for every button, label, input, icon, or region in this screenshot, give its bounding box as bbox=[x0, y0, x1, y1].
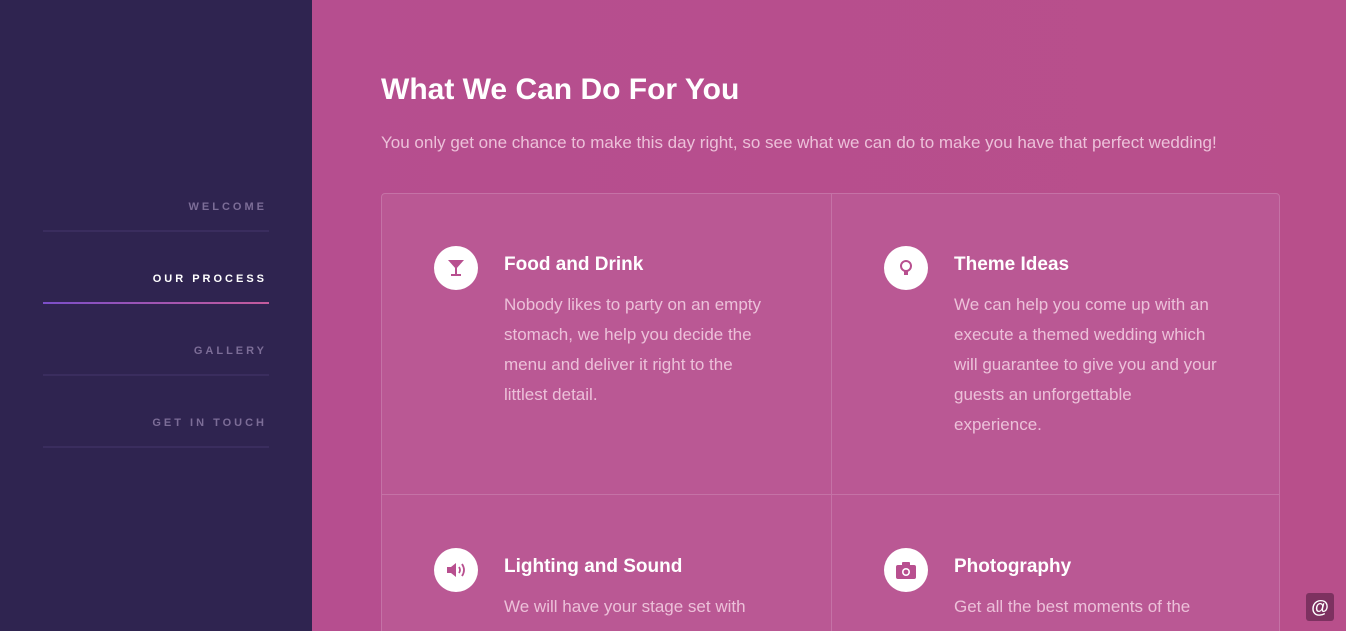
sidebar: WELCOME OUR PROCESS GALLERY GET IN TOUCH bbox=[0, 0, 312, 631]
contact-button[interactable]: @ bbox=[1306, 593, 1334, 621]
nav-item-welcome[interactable]: WELCOME bbox=[43, 160, 269, 232]
page-subtitle: You only get one chance to make this day… bbox=[381, 133, 1217, 152]
nav-item-our-process[interactable]: OUR PROCESS bbox=[43, 232, 269, 304]
service-description: We will have your stage set with bbox=[504, 597, 746, 616]
cocktail-icon bbox=[434, 246, 478, 290]
service-title: Lighting and Sound bbox=[504, 556, 683, 577]
service-description: Nobody likes to party on an empty stomac… bbox=[504, 295, 762, 404]
grid-divider-horizontal bbox=[382, 494, 1279, 495]
page-title: What We Can Do For You bbox=[381, 73, 740, 106]
speaker-icon bbox=[434, 548, 478, 592]
lightbulb-icon bbox=[884, 246, 928, 290]
services-grid: Food and Drink Nobody likes to party on … bbox=[381, 193, 1280, 631]
nav-item-gallery[interactable]: GALLERY bbox=[43, 304, 269, 376]
nav-item-get-in-touch[interactable]: GET IN TOUCH bbox=[43, 376, 269, 448]
service-title: Food and Drink bbox=[504, 254, 644, 275]
nav-item-label: WELCOME bbox=[188, 201, 267, 213]
service-description: We can help you come up with an execute … bbox=[954, 295, 1217, 434]
grid-divider-vertical bbox=[831, 194, 832, 631]
nav-item-label: GALLERY bbox=[193, 345, 267, 357]
camera-icon bbox=[884, 548, 928, 592]
nav-item-label: OUR PROCESS bbox=[152, 273, 267, 285]
main-content: What We Can Do For You You only get one … bbox=[312, 0, 1346, 631]
service-description: Get all the best moments of the bbox=[954, 597, 1191, 616]
at-icon: @ bbox=[1311, 596, 1329, 617]
nav-item-label: GET IN TOUCH bbox=[152, 417, 267, 429]
service-title: Theme Ideas bbox=[954, 254, 1070, 275]
service-title: Photography bbox=[954, 556, 1072, 577]
